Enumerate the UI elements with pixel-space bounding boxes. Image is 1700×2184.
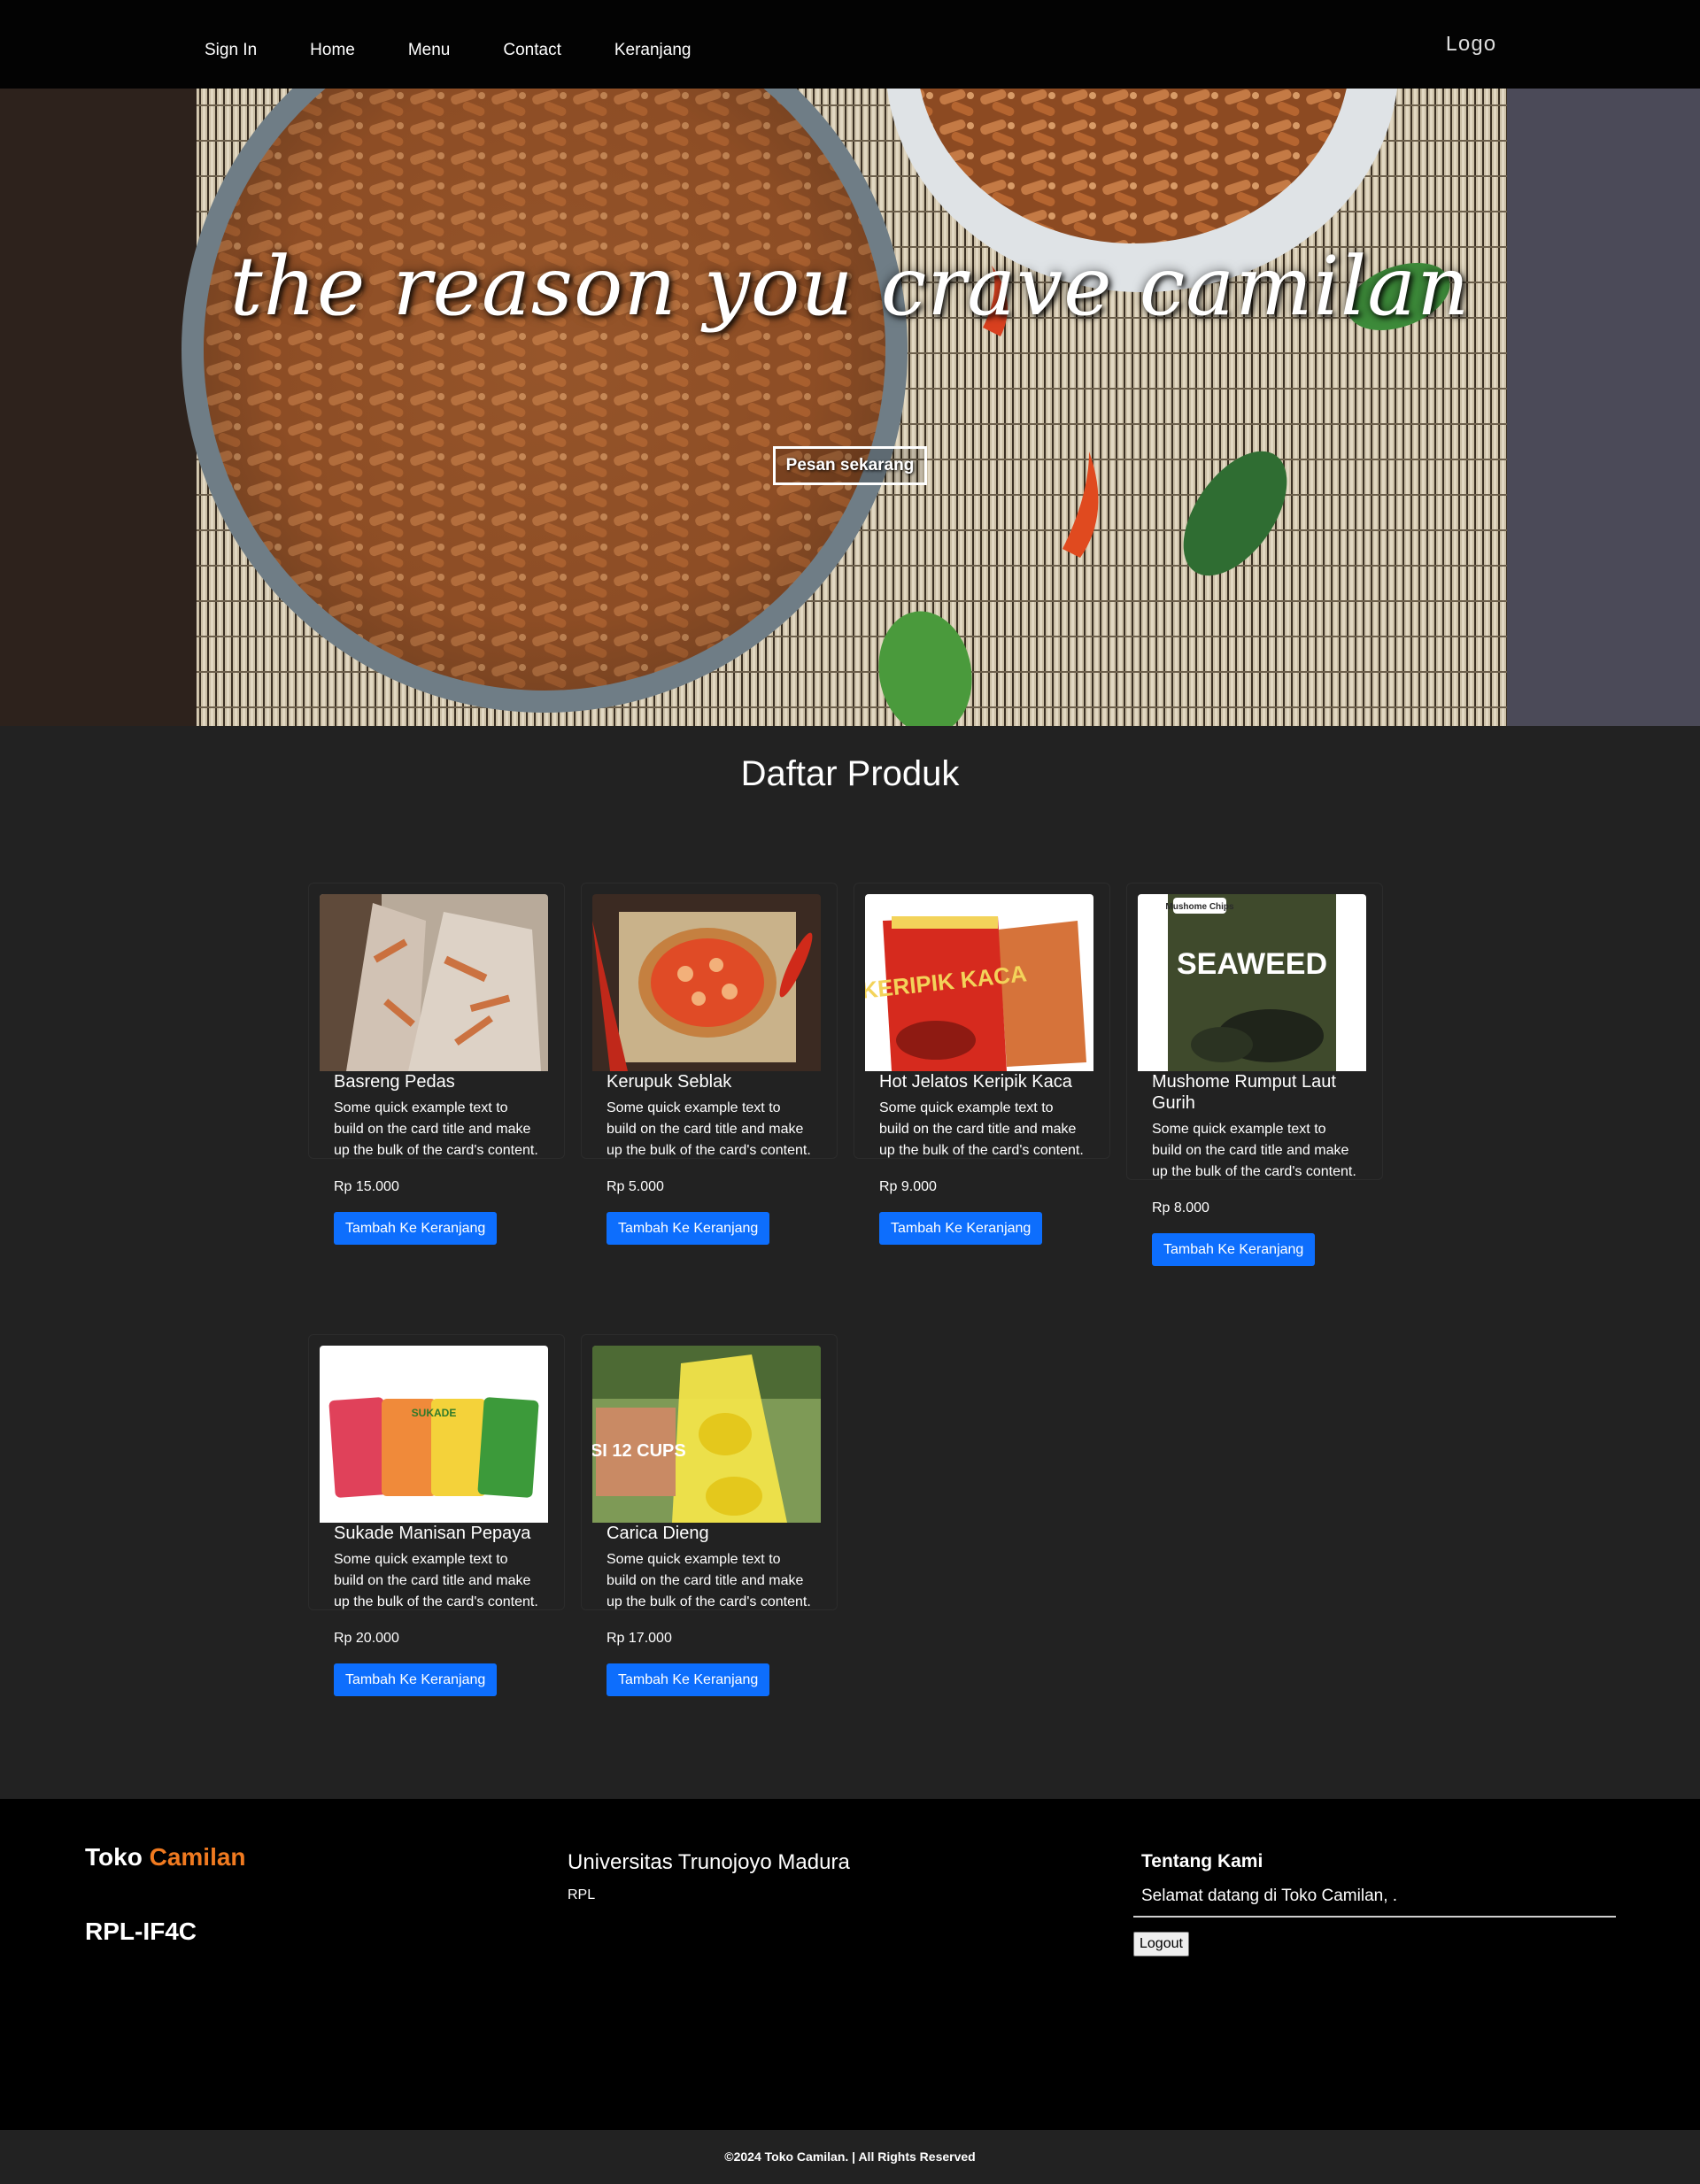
product-card: KERIPIK KACA Hot Jelatos Keripik Kaca So…	[854, 883, 1110, 1245]
product-price: Rp 15.000	[334, 1179, 399, 1194]
add-to-cart-button[interactable]: Tambah Ke Keranjang	[1152, 1233, 1316, 1266]
about-title: Tentang Kami	[1141, 1851, 1263, 1871]
section-title: Daftar Produk	[740, 754, 960, 793]
add-to-cart-button[interactable]: Tambah Ke Keranjang	[879, 1212, 1043, 1245]
product-image-basreng	[320, 894, 548, 1071]
product-description: Some quick example text to build on the …	[879, 1100, 1084, 1158]
product-image-kerupuk-seblak	[592, 894, 821, 1071]
product-description: Some quick example text to build on the …	[607, 1552, 811, 1609]
about-text: Selamat datang di Toko Camilan, .	[1133, 1886, 1616, 1918]
seaweed-brand-label: Mushome Chips	[1165, 902, 1234, 912]
nav-sign-in[interactable]: Sign In	[205, 41, 257, 60]
product-description: Some quick example text to build on the …	[1152, 1122, 1356, 1179]
add-to-cart-button[interactable]: Tambah Ke Keranjang	[334, 1212, 498, 1245]
product-title: Kerupuk Seblak	[607, 1072, 732, 1092]
copyright: ©2024 Toko Camilan. | All Rights Reserve…	[0, 2130, 1700, 2184]
product-title: Sukade Manisan Pepaya	[334, 1524, 531, 1543]
carica-tag-label: ISI 12 CUPS	[592, 1441, 686, 1461]
product-price: Rp 20.000	[334, 1631, 399, 1646]
product-image-keripik-kaca: KERIPIK KACA	[865, 894, 1093, 1071]
add-to-cart-button[interactable]: Tambah Ke Keranjang	[334, 1663, 498, 1696]
navbar: Sign In Home Menu Contact Keranjang Logo	[0, 0, 1700, 89]
product-image-sukade: SUKADE	[320, 1346, 548, 1523]
footer-brand: Toko Camilan	[85, 1843, 246, 1871]
product-price: Rp 9.000	[879, 1179, 937, 1194]
product-card: ISI 12 CUPS Carica Dieng Some quick exam…	[581, 1334, 838, 1696]
product-description: Some quick example text to build on the …	[334, 1100, 538, 1158]
brand-prefix: Toko	[85, 1843, 143, 1871]
product-card: Kerupuk Seblak Some quick example text t…	[581, 883, 838, 1245]
logout-button[interactable]: Logout	[1133, 1932, 1189, 1956]
seaweed-label: SEAWEED	[1177, 947, 1327, 981]
product-price: Rp 8.000	[1152, 1200, 1209, 1215]
nav-menu[interactable]: Menu	[408, 41, 451, 60]
hero-background-image	[0, 89, 1700, 726]
brand-accent: Camilan	[149, 1843, 246, 1871]
product-title: Mushome Rumput Laut Gurih	[1152, 1072, 1336, 1113]
logo[interactable]: Logo	[1445, 34, 1496, 58]
product-price: Rp 17.000	[607, 1631, 672, 1646]
add-to-cart-button[interactable]: Tambah Ke Keranjang	[607, 1212, 770, 1245]
product-title: Carica Dieng	[607, 1524, 709, 1543]
product-card: SUKADE Sukade Manisan Pepaya Some quick …	[308, 1334, 565, 1696]
footer: Toko Camilan RPL-IF4C Universitas Trunoj…	[0, 1799, 1700, 2130]
add-to-cart-button[interactable]: Tambah Ke Keranjang	[607, 1663, 770, 1696]
class-label: RPL-IF4C	[85, 1918, 197, 1945]
product-price: Rp 5.000	[607, 1179, 664, 1194]
product-card: Basreng Pedas Some quick example text to…	[308, 883, 565, 1245]
product-description: Some quick example text to build on the …	[334, 1552, 538, 1609]
order-now-button[interactable]: Pesan sekarang	[773, 446, 927, 485]
product-description: Some quick example text to build on the …	[607, 1100, 811, 1158]
product-card: Mushome Chips SEAWEED Mushome Rumput Lau…	[1126, 883, 1383, 1266]
product-title: Hot Jelatos Keripik Kaca	[879, 1072, 1072, 1092]
product-title: Basreng Pedas	[334, 1072, 455, 1092]
nav-cart[interactable]: Keranjang	[614, 41, 692, 60]
product-image-mushome-seaweed: Mushome Chips SEAWEED	[1138, 894, 1366, 1071]
university-name: Universitas Trunojoyo Madura	[568, 1850, 850, 1874]
product-image-carica: ISI 12 CUPS	[592, 1346, 821, 1523]
hero-banner: the reason you crave camilan Pesan sekar…	[0, 89, 1700, 726]
nav-links: Sign In Home Menu Contact Keranjang	[205, 41, 744, 60]
nav-contact[interactable]: Contact	[503, 41, 560, 60]
department-name: RPL	[568, 1887, 596, 1902]
hero-title: the reason you crave camilan	[229, 239, 1471, 334]
product-section: Daftar Produk Basreng Pedas Some quick e…	[0, 726, 1700, 1799]
sukade-label: SUKADE	[412, 1407, 457, 1419]
nav-home[interactable]: Home	[310, 41, 355, 60]
